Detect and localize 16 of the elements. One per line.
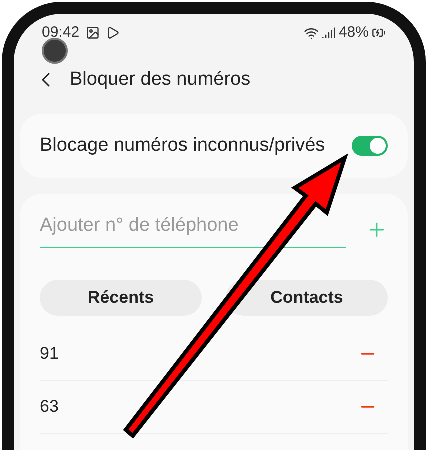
toggle-label: Blocage numéros inconnus/privés: [40, 134, 326, 158]
toggle-switch[interactable]: [352, 136, 388, 156]
blocked-number: 91: [40, 342, 59, 365]
signal-icon: [322, 26, 336, 40]
play-icon: [106, 26, 120, 40]
source-button[interactable]: Récents: [40, 280, 202, 316]
phone-number-field[interactable]: Ajouter n° de téléphone: [40, 212, 346, 248]
floating-bubble-icon[interactable]: [42, 38, 68, 64]
image-icon: [86, 26, 100, 40]
blocked-number: 63: [40, 396, 59, 418]
page-title: Bloquer des numéros: [70, 68, 251, 92]
source-button[interactable]: Contacts: [226, 280, 388, 316]
battery-percent: 48%: [338, 22, 369, 43]
status-time: 09:42: [42, 22, 80, 43]
wifi-icon: [304, 26, 319, 40]
battery-icon: [372, 26, 386, 40]
